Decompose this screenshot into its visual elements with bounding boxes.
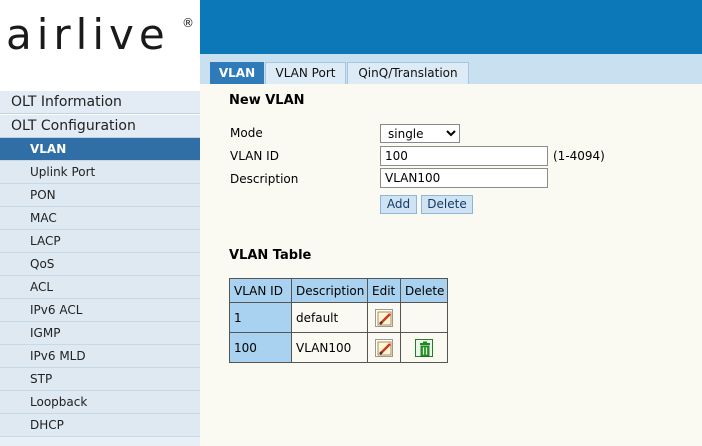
header-delete: Delete (400, 278, 448, 303)
airlive-logo: airlive (6, 10, 170, 59)
main-content: New VLAN Mode single VLAN ID (1-4094) De… (200, 84, 702, 446)
header-description: Description (291, 278, 368, 303)
row-description: VLAN100 (291, 332, 368, 363)
sidebar: OLT Information OLT Configuration VLAN U… (0, 90, 200, 446)
row-vlan-id: 100 (229, 332, 292, 363)
table-row: 100 VLAN100 (229, 332, 448, 363)
vlan-table: VLAN ID Description Edit Delete 1 defaul… (229, 278, 448, 363)
tab-qinq-translation[interactable]: QinQ/Translation (347, 62, 469, 84)
delete-button[interactable]: Delete (421, 195, 473, 214)
top-banner (200, 0, 702, 54)
registered-mark: ® (182, 16, 194, 30)
logo-area: airlive ® (0, 0, 200, 90)
sidebar-group-olt-configuration[interactable]: OLT Configuration (0, 114, 200, 138)
sidebar-item-lacp[interactable]: LACP (0, 230, 200, 253)
table-header-row: VLAN ID Description Edit Delete (229, 278, 448, 303)
sidebar-item-loopback[interactable]: Loopback (0, 391, 200, 414)
sidebar-item-vlan[interactable]: VLAN (0, 138, 200, 161)
description-label: Description (230, 172, 299, 186)
sidebar-item-ipv6-mld[interactable]: IPv6 MLD (0, 345, 200, 368)
mode-select[interactable]: single (380, 124, 460, 143)
sidebar-item-qos[interactable]: QoS (0, 253, 200, 276)
row-edit-cell (367, 332, 401, 363)
app-window: airlive ® VLAN VLAN Port QinQ/Translatio… (0, 0, 702, 446)
row-edit-cell (367, 302, 401, 333)
sidebar-item-stp[interactable]: STP (0, 368, 200, 391)
vlan-id-range-hint: (1-4094) (553, 149, 605, 163)
vlan-table-title: VLAN Table (229, 248, 312, 263)
row-vlan-id: 1 (229, 302, 292, 333)
sidebar-item-dhcp[interactable]: DHCP (0, 414, 200, 437)
edit-icon[interactable] (375, 308, 393, 327)
sidebar-group-olt-information[interactable]: OLT Information (0, 90, 200, 114)
sidebar-item-igmp[interactable]: IGMP (0, 322, 200, 345)
sidebar-item-ipv6-acl[interactable]: IPv6 ACL (0, 299, 200, 322)
sidebar-item-mac[interactable]: MAC (0, 207, 200, 230)
edit-icon[interactable] (375, 338, 393, 357)
table-row: 1 default (229, 302, 448, 333)
row-delete-cell (400, 302, 448, 333)
description-input[interactable] (380, 168, 548, 188)
header-edit: Edit (367, 278, 401, 303)
trash-icon[interactable] (415, 338, 433, 357)
tab-vlan-port[interactable]: VLAN Port (265, 62, 346, 84)
sidebar-item-uplink-port[interactable]: Uplink Port (0, 161, 200, 184)
mode-label: Mode (230, 126, 263, 140)
vlan-id-input[interactable] (380, 146, 548, 166)
new-vlan-title: New VLAN (229, 93, 305, 108)
header-vlan-id: VLAN ID (229, 278, 292, 303)
row-description: default (291, 302, 368, 333)
row-delete-cell (400, 332, 448, 363)
tab-vlan[interactable]: VLAN (210, 62, 264, 84)
vlan-id-label: VLAN ID (230, 149, 279, 163)
add-button[interactable]: Add (380, 195, 417, 214)
sidebar-item-acl[interactable]: ACL (0, 276, 200, 299)
sidebar-item-pon[interactable]: PON (0, 184, 200, 207)
